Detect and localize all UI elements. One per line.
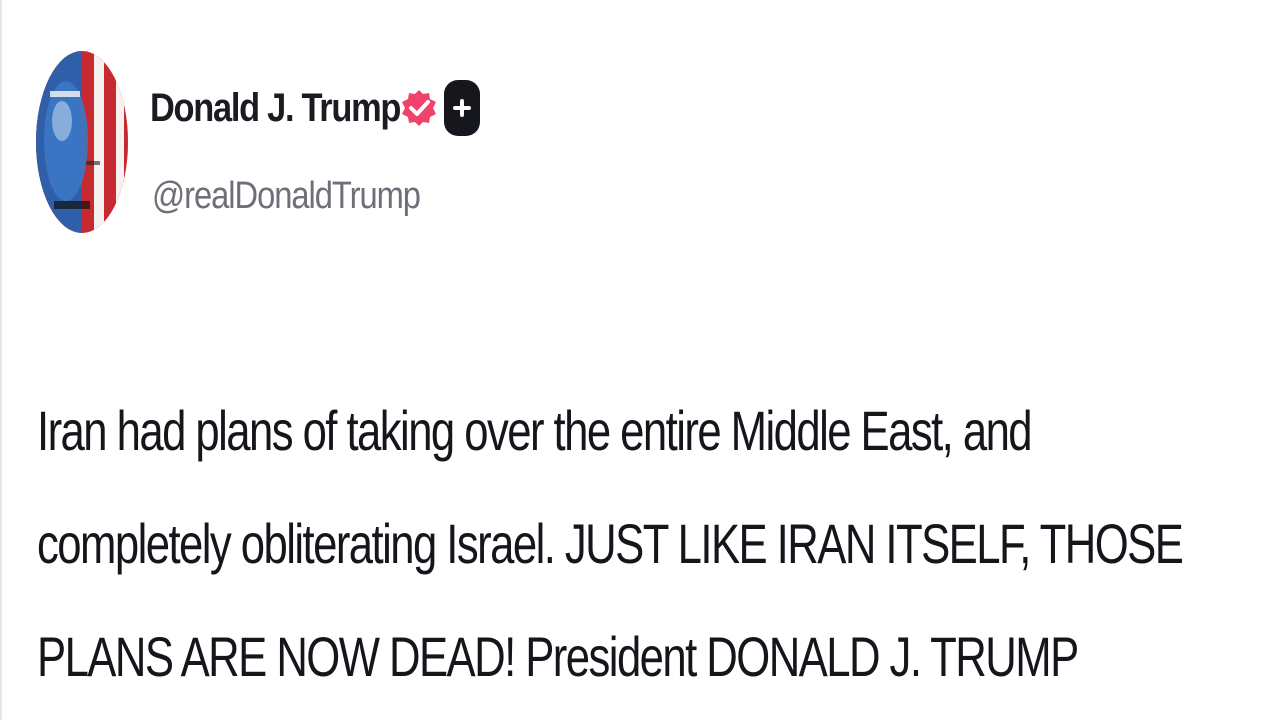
author-avatar[interactable]	[36, 51, 128, 233]
post-card: Donald J. Trump @realDonaldTrump Iran ha…	[0, 0, 1280, 720]
plus-icon	[444, 80, 480, 136]
post-text-line: Iran had plans of taking over the entire…	[37, 399, 1033, 462]
author-display-name[interactable]: Donald J. Trump	[150, 86, 401, 131]
verified-check-icon	[399, 88, 439, 128]
post-text-line: completely obliterating Israel. JUST LIK…	[37, 512, 1184, 575]
author-name-row: Donald J. Trump	[150, 78, 480, 138]
post-text: Iran had plans of taking over the entire…	[37, 374, 1184, 713]
avatar-image	[36, 51, 128, 233]
post-text-line: PLANS ARE NOW DEAD! President DONALD J. …	[37, 625, 1079, 688]
author-handle[interactable]: @realDonaldTrump	[152, 175, 421, 218]
